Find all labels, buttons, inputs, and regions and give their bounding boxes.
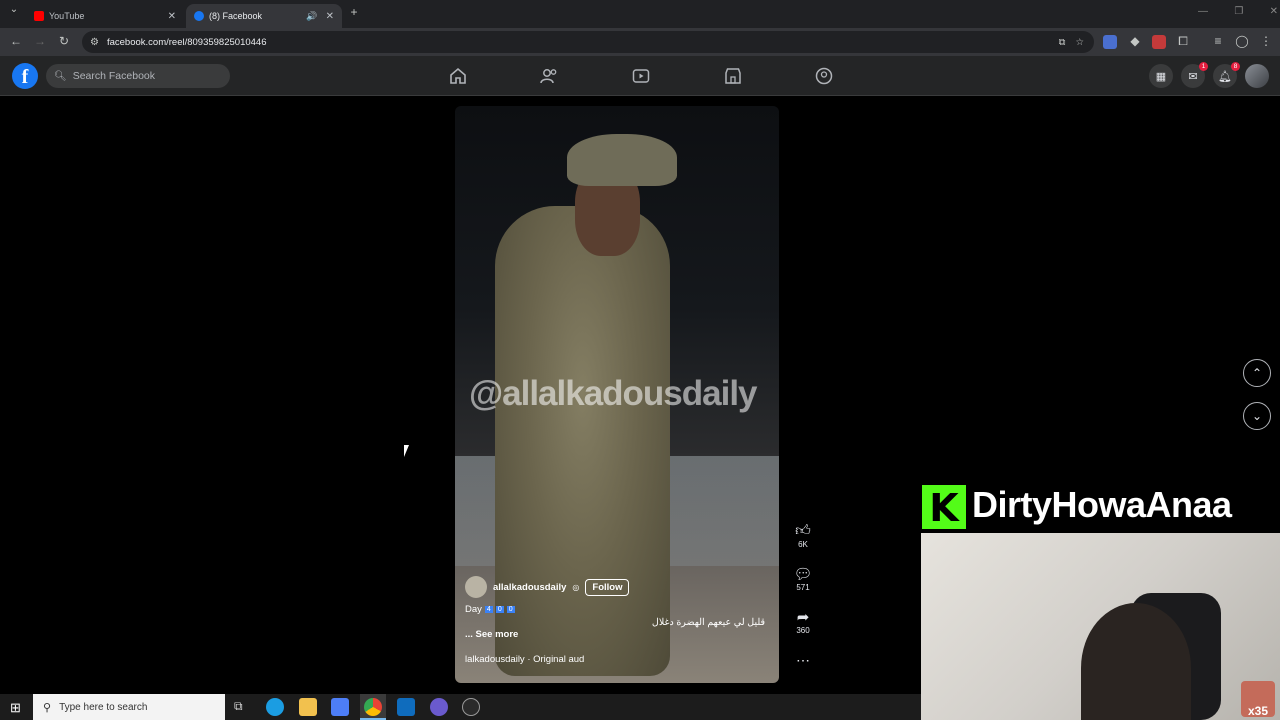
speaker-icon[interactable]: 🔊 [306, 11, 317, 22]
file-explorer-icon[interactable] [299, 698, 317, 716]
comment-icon: 💬︎ [793, 566, 813, 583]
youtube-favicon-icon [34, 11, 44, 21]
chrome-icon [364, 698, 382, 716]
audio-label[interactable]: lalkadousdaily · Original aud [465, 654, 765, 665]
tab-search-icon[interactable]: ⌄ [6, 4, 22, 15]
windows-taskbar: ⊞ ⚲ Type here to search ⧉ [0, 694, 921, 720]
account-avatar[interactable] [1245, 64, 1269, 88]
kick-logo-icon: K [922, 485, 966, 530]
extensions-puzzle-icon[interactable]: ⧠ [1175, 34, 1191, 49]
facebook-header: f 🔍︎ Search Facebook ▦ ✉ 1 🔔︎ 8 [0, 56, 1280, 96]
comment-count: 571 [796, 583, 810, 592]
browser-tab-strip: ⌄ YouTube ✕ (8) Facebook 🔊 ✕ + — ❐ ✕ [0, 0, 1280, 28]
media-queue-icon[interactable]: ≡ [1210, 34, 1226, 48]
obs-icon[interactable] [462, 698, 480, 716]
reload-icon[interactable]: ↻ [56, 34, 72, 48]
edge-icon[interactable] [266, 698, 284, 716]
taskbar-search-input[interactable]: ⚲ Type here to search [33, 694, 225, 720]
minimize-icon[interactable]: — [1198, 6, 1208, 17]
share-action[interactable]: ➦ 360 [790, 608, 816, 635]
windows-start-icon[interactable]: ⊞ [10, 700, 21, 716]
notifications-badge: 8 [1231, 62, 1240, 71]
author-avatar[interactable] [465, 576, 487, 598]
groups-icon[interactable] [814, 66, 834, 86]
facebook-search-input[interactable]: 🔍︎ Search Facebook [46, 64, 230, 88]
back-icon[interactable]: ← [8, 34, 24, 48]
like-icon: 👍︎ [795, 522, 811, 539]
previous-reel-button[interactable]: ⌃ [1243, 359, 1271, 387]
store-icon[interactable] [331, 698, 349, 716]
window-controls: — ❐ ✕ [1198, 6, 1278, 17]
install-app-icon[interactable]: ⧉ [1059, 37, 1066, 48]
caption-text: قليل لي عيعهم الهضرة دغلال [651, 617, 765, 628]
marketplace-icon[interactable] [723, 66, 743, 86]
site-info-icon[interactable]: ⚙ [90, 37, 99, 48]
follow-button[interactable]: Follow [585, 578, 630, 596]
url-text: facebook.com/reel/809359825010446 [106, 36, 267, 48]
forward-icon[interactable]: → [32, 34, 48, 48]
streamer-name: DirtyHowaAnaa [972, 484, 1232, 525]
search-placeholder: Search Facebook [72, 70, 156, 82]
home-icon[interactable] [448, 66, 468, 86]
extension-red-icon[interactable] [1152, 35, 1166, 49]
comment-action[interactable]: 💬︎ 571 [790, 565, 816, 592]
share-icon: ➦ [796, 609, 810, 626]
maximize-icon[interactable]: ❐ [1234, 6, 1243, 17]
caption-digit: 0 [495, 606, 504, 613]
browser-toolbar: ← → ↻ ⚙ facebook.com/reel/80935982501044… [0, 28, 1280, 56]
bookmark-star-icon[interactable]: ☆ [1075, 37, 1084, 48]
close-window-icon[interactable]: ✕ [1270, 6, 1278, 17]
caption-digit: 0 [506, 606, 515, 613]
app-icon[interactable] [430, 698, 448, 716]
close-tab-icon[interactable]: ✕ [326, 11, 334, 22]
mouse-cursor-icon [404, 445, 414, 457]
profile-icon[interactable]: ◯ [1234, 34, 1250, 48]
sub-badge: x35 [1241, 681, 1275, 718]
menu-grid-icon[interactable]: ▦ [1149, 64, 1173, 88]
messenger-badge: 1 [1199, 62, 1208, 71]
facebook-favicon-icon [194, 11, 204, 21]
reel-video[interactable]: @allalkadousdaily allalkadousdaily ◎ Fol… [455, 106, 779, 683]
extension-diamond-icon[interactable]: ◆ [1127, 34, 1143, 48]
caption-digit: 4 [484, 606, 493, 613]
tab-facebook[interactable]: (8) Facebook 🔊 ✕ [186, 4, 342, 28]
chevron-up-icon: ⌃ [1251, 366, 1263, 380]
taskbar-search-placeholder: Type here to search [59, 701, 148, 713]
more-options-icon[interactable]: ⋯ [790, 652, 816, 669]
search-icon: ⚲ [43, 701, 52, 714]
chevron-down-icon: ⌄ [1251, 409, 1263, 423]
verified-icon: ◎ [572, 582, 580, 592]
outlook-icon[interactable] [397, 698, 415, 716]
like-action[interactable]: 👍︎ 6K [790, 522, 816, 549]
friends-icon[interactable] [539, 66, 559, 86]
video-watermark: @allalkadousdaily [469, 374, 758, 413]
video-icon[interactable] [631, 66, 651, 86]
facebook-logo-icon[interactable]: f [12, 63, 38, 89]
close-tab-icon[interactable]: ✕ [168, 11, 176, 22]
tab-title: (8) Facebook [209, 11, 263, 21]
share-count: 360 [796, 626, 810, 635]
browser-menu-icon[interactable]: ⋮ [1258, 34, 1274, 48]
extension-translate-icon[interactable] [1103, 35, 1117, 49]
video-subject-cap [567, 134, 677, 186]
see-more-link[interactable]: ... See more [465, 629, 765, 640]
caption-day: Day [465, 604, 482, 615]
address-bar[interactable]: ⚙ facebook.com/reel/809359825010446 ⧉ ☆ [82, 31, 1094, 53]
tab-youtube[interactable]: YouTube ✕ [26, 4, 184, 28]
like-count: 6K [798, 540, 808, 549]
tab-title: YouTube [49, 11, 85, 21]
reel-info: allalkadousdaily ◎ Follow Day 4 0 0 قليل… [465, 576, 765, 665]
task-view-icon[interactable]: ⧉ [234, 699, 243, 714]
webcam-feed: x35 [921, 533, 1280, 720]
search-icon: 🔍︎ [54, 70, 67, 82]
next-reel-button[interactable]: ⌄ [1243, 402, 1271, 430]
chrome-taskbar-button[interactable] [360, 694, 386, 720]
new-tab-icon[interactable]: + [346, 5, 362, 19]
author-name[interactable]: allalkadousdaily [493, 582, 566, 593]
